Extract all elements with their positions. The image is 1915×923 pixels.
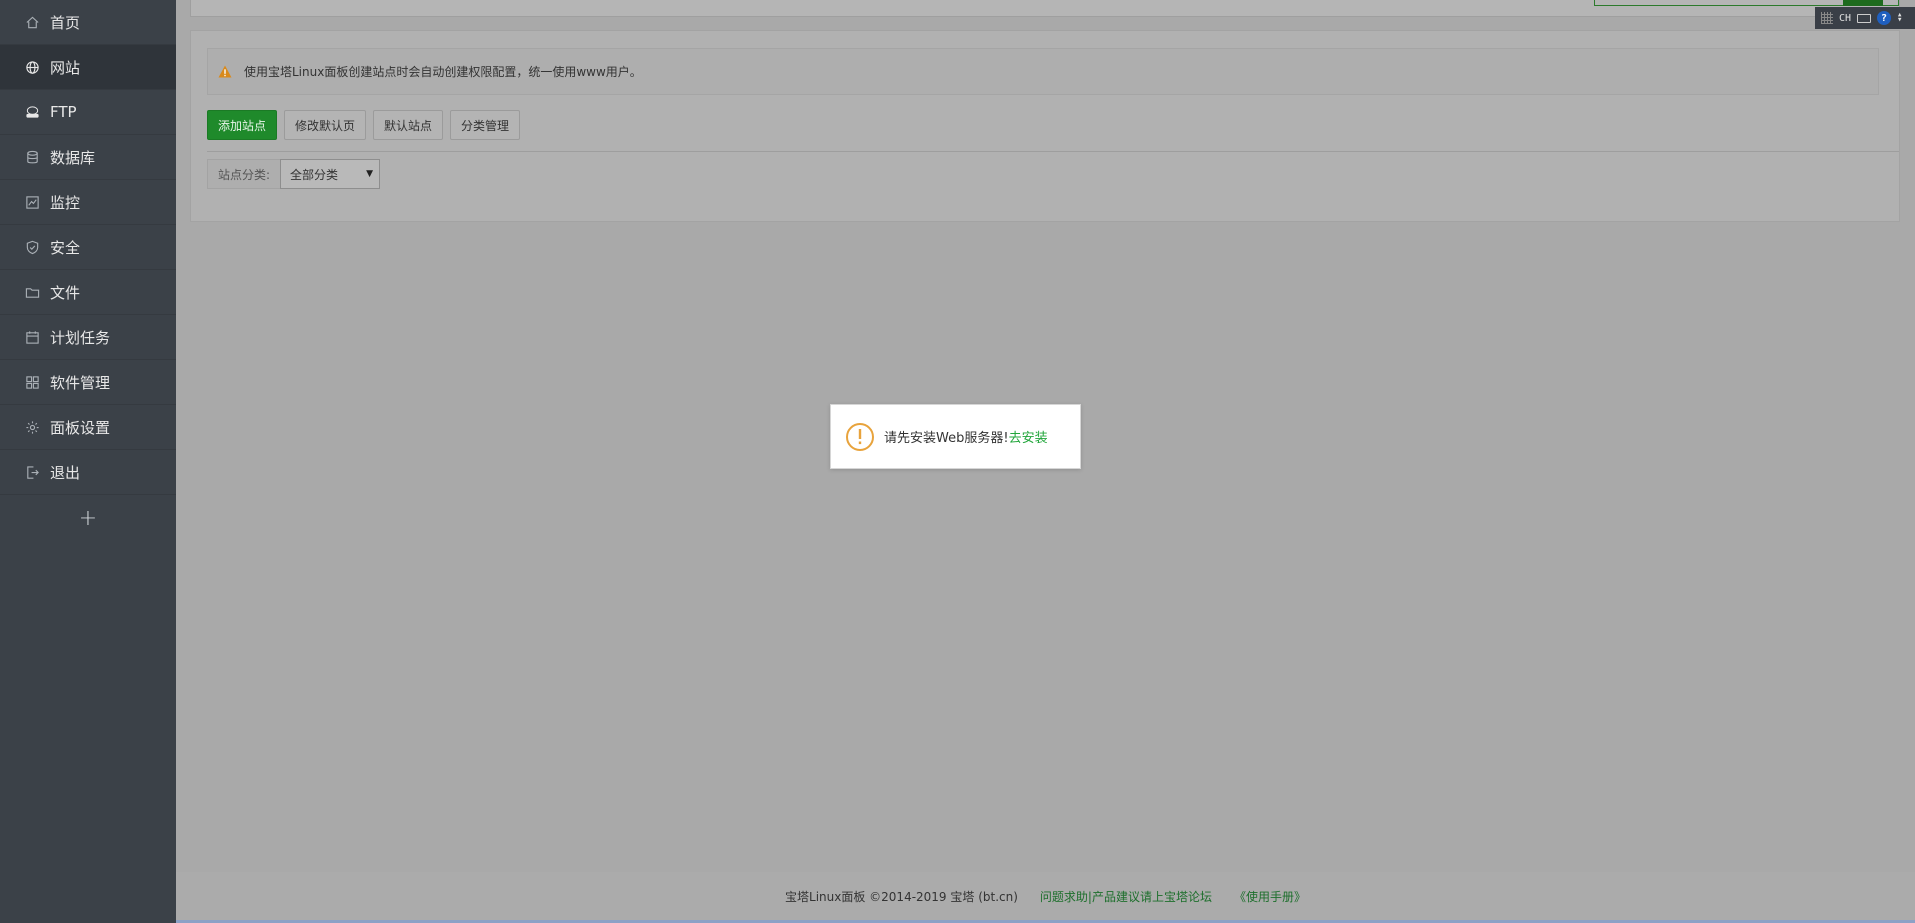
sidebar-item-database[interactable]: 数据库 <box>0 135 176 180</box>
logout-icon <box>24 464 40 480</box>
sidebar-item-label: 安全 <box>50 238 81 257</box>
edit-default-page-button[interactable]: 修改默认页 <box>284 110 367 140</box>
chevron-down-icon: ▼ <box>366 169 374 179</box>
top-search-button-edge <box>1843 0 1883 6</box>
sidebar-item-label: 计划任务 <box>50 328 111 347</box>
calendar-icon <box>24 329 40 345</box>
notice-bar: 使用宝塔Linux面板创建站点时会自动创建权限配置，统一使用www用户。 <box>207 48 1879 95</box>
sidebar-item-monitor[interactable]: 监控 <box>0 180 176 225</box>
category-manage-button[interactable]: 分类管理 <box>450 110 521 140</box>
add-site-button[interactable]: 添加站点 <box>207 110 278 140</box>
category-select-value: 全部分类 <box>290 167 339 182</box>
warning-icon <box>218 65 232 78</box>
grip-icon[interactable] <box>1821 12 1833 24</box>
sidebar-item-home[interactable]: 首页 <box>0 0 176 45</box>
forum-link[interactable]: 问题求助|产品建议请上宝塔论坛 <box>1040 888 1212 905</box>
sidebar-item-label: 首页 <box>50 13 81 32</box>
exclamation-icon <box>845 422 875 452</box>
sidebar-item-label: 监控 <box>50 193 81 212</box>
dialog-message: 请先安装Web服务器! <box>884 431 1009 446</box>
database-icon <box>24 149 40 165</box>
sidebar-item-software[interactable]: 软件管理 <box>0 360 176 405</box>
help-icon[interactable]: ? <box>1877 11 1892 25</box>
sidebar-item-label: 软件管理 <box>50 373 111 392</box>
globe-icon <box>24 59 40 75</box>
install-web-server-dialog: 请先安装Web服务器! 去安装 <box>830 404 1081 469</box>
sidebar-item-files[interactable]: 文件 <box>0 270 176 315</box>
sidebar-item-label: 网站 <box>50 58 81 77</box>
category-filter: 站点分类: 全部分类 ▼ <box>207 159 381 189</box>
shield-icon <box>24 239 40 255</box>
default-site-button[interactable]: 默认站点 <box>373 110 444 140</box>
manual-link[interactable]: 《使用手册》 <box>1234 888 1306 905</box>
go-install-link[interactable]: 去安装 <box>1009 427 1048 446</box>
sidebar-item-label: FTP <box>50 103 77 121</box>
sidebar-add-button[interactable]: + <box>0 495 176 541</box>
sidebar-item-security[interactable]: 安全 <box>0 225 176 270</box>
ftp-icon <box>24 104 40 120</box>
sidebar-item-ftp[interactable]: FTP <box>0 90 176 135</box>
sidebar-item-logout[interactable]: 退出 <box>0 450 176 495</box>
sidebar-item-label: 退出 <box>50 463 81 482</box>
sidebar-item-cron[interactable]: 计划任务 <box>0 315 176 360</box>
folder-icon <box>24 284 40 300</box>
monitor-icon <box>24 194 40 210</box>
sidebar-item-label: 面板设置 <box>50 418 111 437</box>
options-icon[interactable]: ▴ ▾ <box>1897 11 1902 25</box>
gear-icon <box>24 419 40 435</box>
sidebar-item-label: 数据库 <box>50 148 96 167</box>
keyboard-icon[interactable] <box>1857 13 1872 23</box>
language-toolbar: CH ? ▴ ▾ <box>1815 7 1915 29</box>
site-panel: 使用宝塔Linux面板创建站点时会自动创建权限配置，统一使用www用户。 添加站… <box>190 30 1900 222</box>
top-panel-edge <box>190 0 1900 17</box>
sidebar-item-settings[interactable]: 面板设置 <box>0 405 176 450</box>
toolbar: 添加站点 修改默认页 默认站点 分类管理 <box>207 110 521 140</box>
notice-text: 使用宝塔Linux面板创建站点时会自动创建权限配置，统一使用www用户。 <box>244 65 642 79</box>
footer-copyright: 宝塔Linux面板 ©2014-2019 宝塔 (bt.cn) <box>785 889 1018 904</box>
category-filter-label: 站点分类: <box>207 159 281 189</box>
home-icon <box>24 14 40 30</box>
sidebar: 首页 网站 FTP 数据库 监控 安全 文件 计划任务 软件管理 面板设置 退出… <box>0 0 176 923</box>
input-language[interactable]: CH <box>1839 13 1851 24</box>
footer: 宝塔Linux面板 ©2014-2019 宝塔 (bt.cn) 问题求助|产品建… <box>176 872 1915 923</box>
grid-icon <box>24 374 40 390</box>
divider <box>207 151 1899 152</box>
sidebar-item-label: 文件 <box>50 283 81 302</box>
category-select[interactable]: 全部分类 ▼ <box>280 159 381 189</box>
sidebar-item-website[interactable]: 网站 <box>0 45 176 90</box>
